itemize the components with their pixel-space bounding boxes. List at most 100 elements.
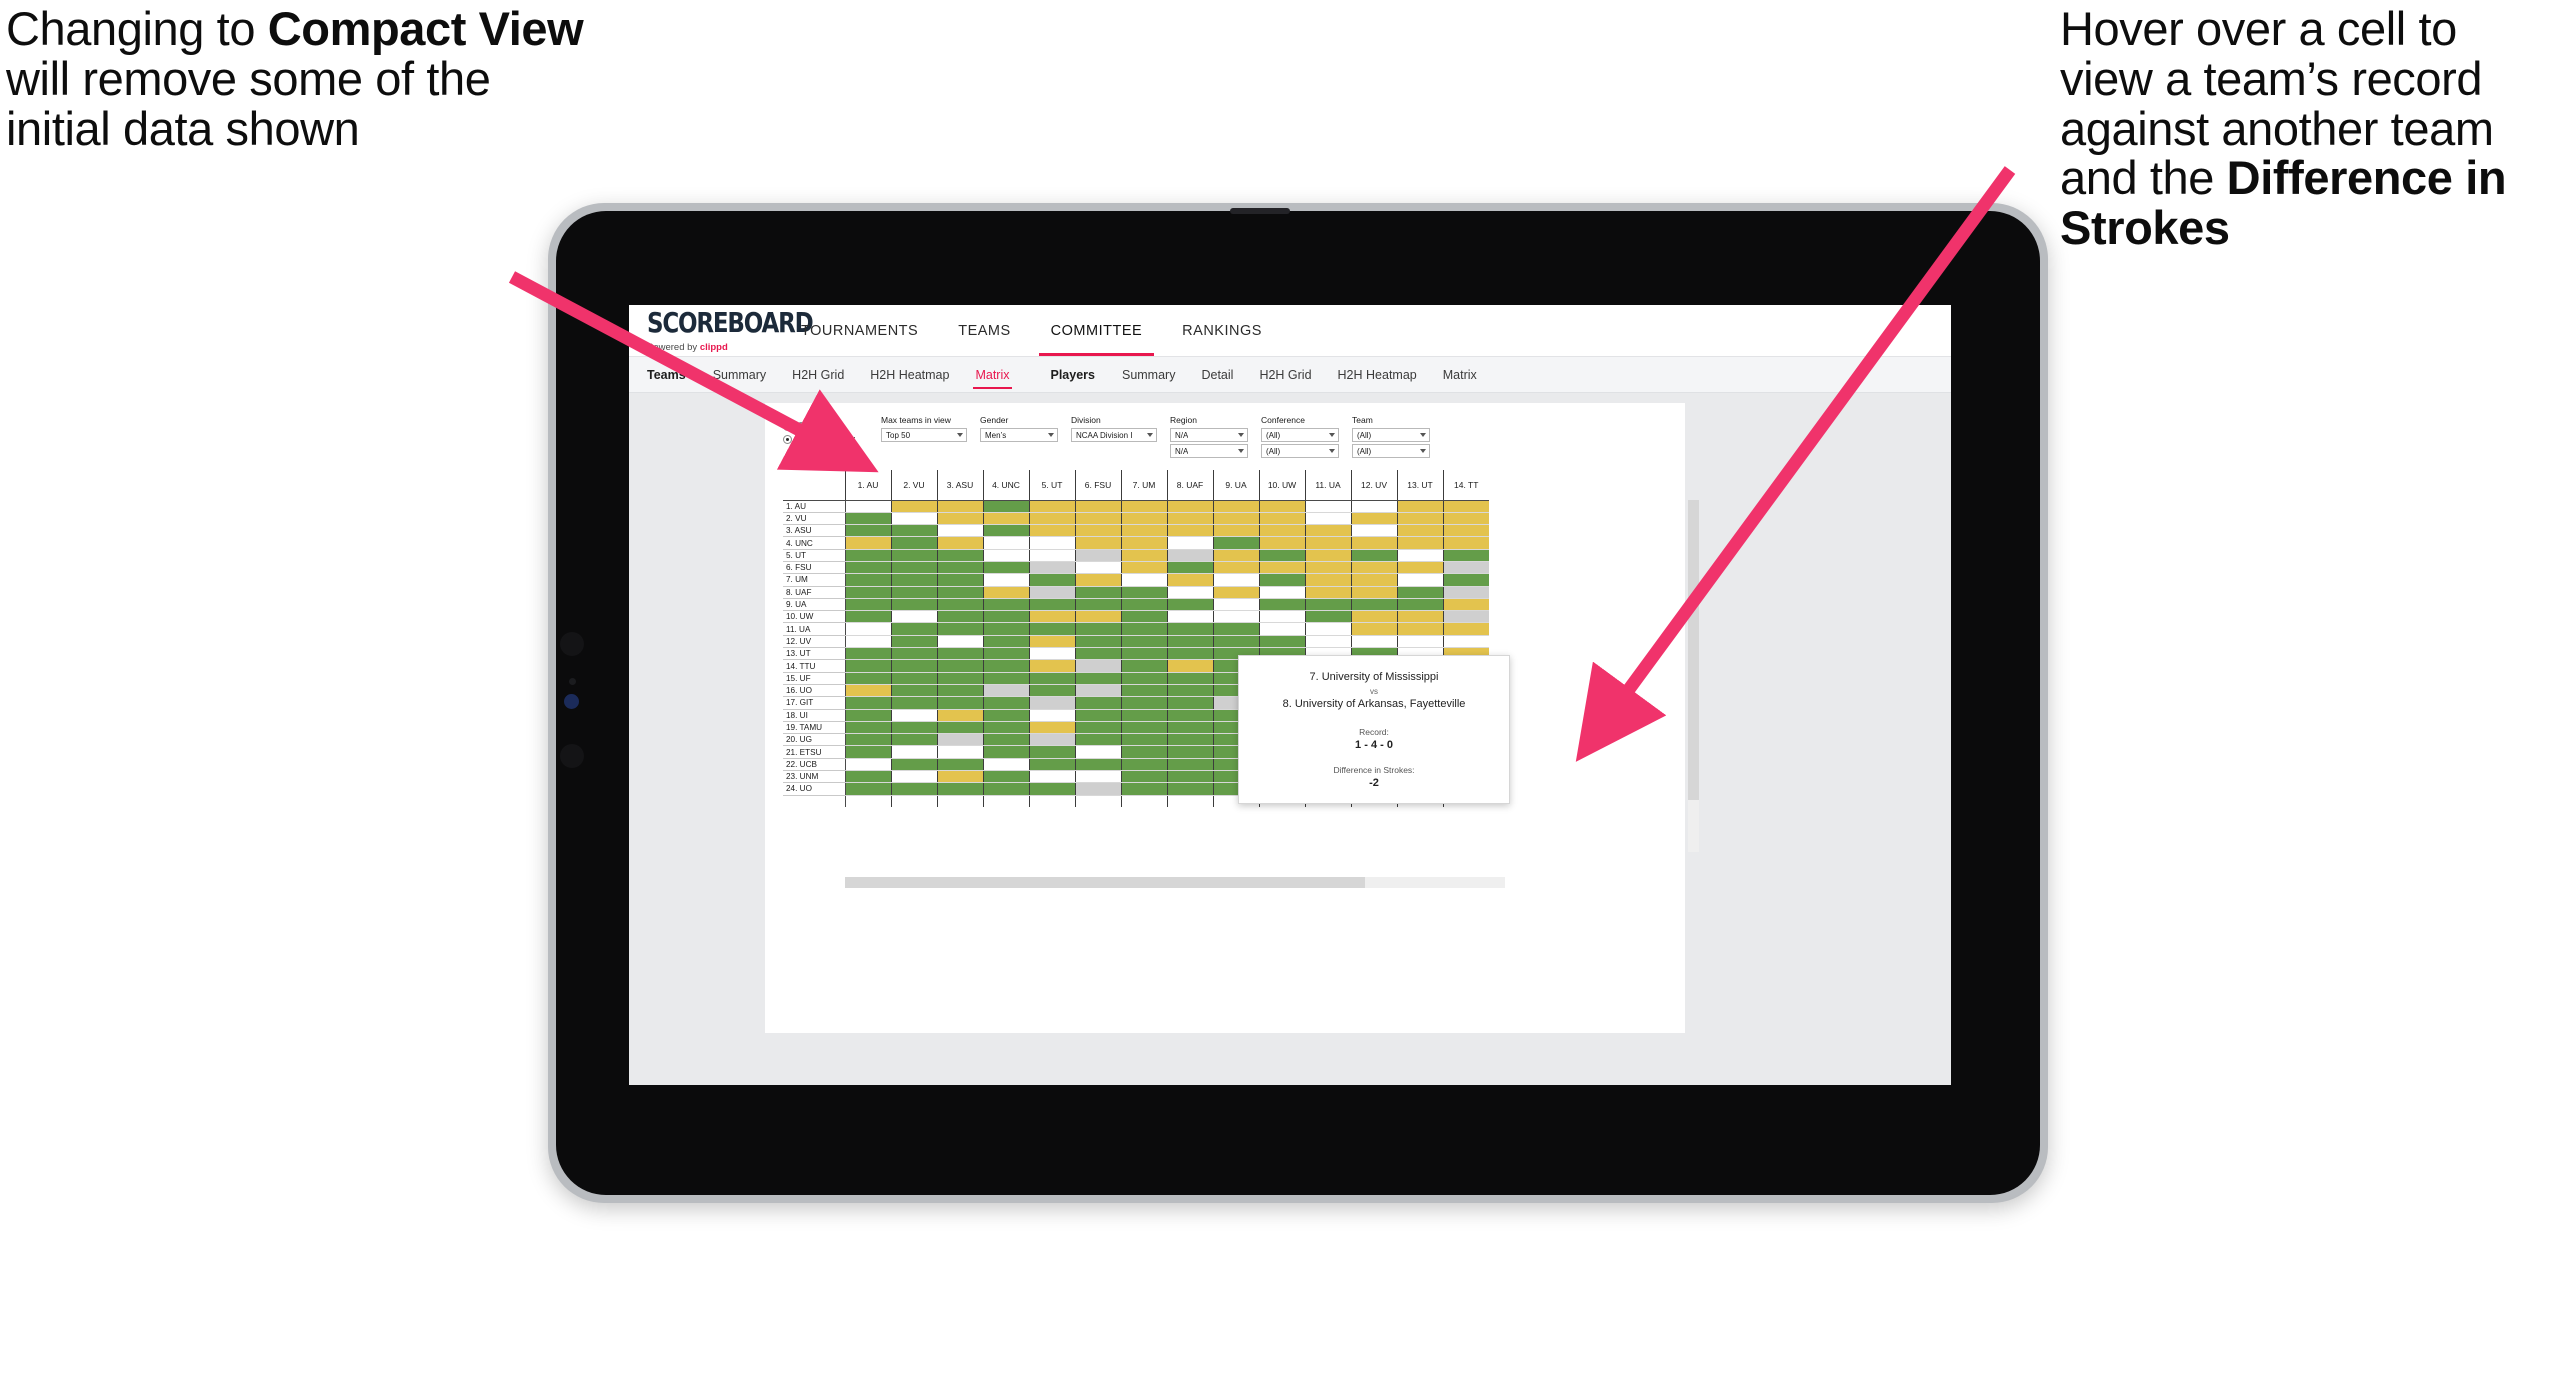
matrix-cell[interactable]	[890, 733, 937, 747]
matrix-cell[interactable]	[1166, 758, 1213, 772]
matrix-cell[interactable]	[1442, 573, 1489, 587]
matrix-cell[interactable]	[1120, 500, 1167, 513]
matrix-cell[interactable]	[1166, 573, 1213, 587]
matrix-cell[interactable]	[982, 549, 1029, 562]
matrix-cell[interactable]	[1074, 573, 1121, 587]
matrix-cell[interactable]	[1166, 721, 1213, 735]
matrix-cell[interactable]	[1028, 549, 1075, 562]
matrix-cell[interactable]	[1028, 733, 1075, 747]
matrix-cell[interactable]	[936, 536, 983, 550]
matrix-cell[interactable]	[1258, 635, 1305, 649]
matrix-cell[interactable]	[1442, 586, 1489, 599]
matrix-cell[interactable]	[844, 536, 891, 550]
matrix-cell[interactable]	[1120, 659, 1167, 673]
matrix-cell[interactable]	[936, 696, 983, 710]
conference-select-2[interactable]: (All)	[1261, 444, 1339, 458]
matrix-cell[interactable]	[1396, 500, 1443, 513]
max-teams-select[interactable]: Top 50	[881, 428, 967, 442]
division-select[interactable]: NCAA Division I	[1071, 428, 1157, 442]
matrix-cell[interactable]	[982, 622, 1029, 636]
matrix-cell[interactable]	[1074, 500, 1121, 513]
matrix-cell[interactable]	[1166, 524, 1213, 538]
matrix-cell[interactable]	[844, 647, 891, 661]
matrix-cell[interactable]	[890, 549, 937, 562]
matrix-cell[interactable]	[844, 672, 891, 685]
matrix-cell[interactable]	[1396, 512, 1443, 526]
matrix-cell[interactable]	[936, 758, 983, 772]
matrix-cell[interactable]	[982, 561, 1029, 575]
matrix-cell[interactable]	[890, 524, 937, 538]
matrix-cell[interactable]	[1304, 635, 1351, 649]
matrix-cell[interactable]	[1120, 561, 1167, 575]
matrix-cell[interactable]	[1258, 610, 1305, 624]
matrix-cell[interactable]	[1028, 536, 1075, 550]
subnav-players-h2h-heatmap[interactable]: H2H Heatmap	[1325, 358, 1430, 392]
matrix-cell[interactable]	[936, 598, 983, 612]
matrix-cell[interactable]	[890, 659, 937, 673]
matrix-cell[interactable]	[1258, 561, 1305, 575]
matrix-cell[interactable]	[844, 770, 891, 784]
matrix-cell[interactable]	[1120, 635, 1167, 649]
matrix-cell[interactable]	[936, 745, 983, 759]
matrix-cell[interactable]	[1350, 635, 1397, 649]
subnav-players-summary[interactable]: Summary	[1109, 358, 1188, 392]
matrix-cell[interactable]	[844, 561, 891, 575]
matrix-cell[interactable]	[844, 696, 891, 710]
matrix-cell[interactable]	[1166, 598, 1213, 612]
matrix-cell[interactable]	[1074, 512, 1121, 526]
matrix-cell[interactable]	[1120, 696, 1167, 710]
matrix-cell[interactable]	[1350, 598, 1397, 612]
matrix-cell[interactable]	[844, 733, 891, 747]
matrix-cell[interactable]	[982, 610, 1029, 624]
matrix-cell[interactable]	[1350, 573, 1397, 587]
matrix-cell[interactable]	[1028, 782, 1075, 796]
matrix-cell[interactable]	[1396, 635, 1443, 649]
matrix-cell[interactable]	[1166, 500, 1213, 513]
matrix-cell[interactable]	[1212, 536, 1259, 550]
matrix-cell[interactable]	[1396, 586, 1443, 599]
matrix-cell[interactable]	[1120, 733, 1167, 747]
matrix-cell[interactable]	[982, 684, 1029, 698]
vertical-scrollbar-thumb[interactable]	[1688, 500, 1699, 800]
matrix-cell[interactable]	[1028, 672, 1075, 685]
matrix-cell[interactable]	[982, 709, 1029, 722]
matrix-cell[interactable]	[1028, 659, 1075, 673]
matrix-cell[interactable]	[1166, 622, 1213, 636]
matrix-cell[interactable]	[982, 733, 1029, 747]
matrix-cell[interactable]	[1120, 622, 1167, 636]
matrix-cell[interactable]	[1028, 512, 1075, 526]
matrix-cell[interactable]	[844, 512, 891, 526]
matrix-cell[interactable]	[1120, 524, 1167, 538]
matrix-cell[interactable]	[890, 770, 937, 784]
matrix-cell[interactable]	[1258, 573, 1305, 587]
matrix-cell[interactable]	[890, 598, 937, 612]
matrix-cell[interactable]	[982, 745, 1029, 759]
matrix-cell[interactable]	[1166, 770, 1213, 784]
matrix-cell[interactable]	[1028, 610, 1075, 624]
gender-select[interactable]: Men’s	[980, 428, 1058, 442]
matrix-cell[interactable]	[1212, 500, 1259, 513]
matrix-cell[interactable]	[844, 622, 891, 636]
matrix-cell[interactable]	[982, 696, 1029, 710]
radio-full-view[interactable]: Full View	[783, 421, 881, 431]
matrix-cell[interactable]	[844, 549, 891, 562]
matrix-cell[interactable]	[890, 684, 937, 698]
matrix-cell[interactable]	[890, 758, 937, 772]
matrix-cell[interactable]	[982, 770, 1029, 784]
matrix-cell[interactable]	[936, 622, 983, 636]
matrix-cell[interactable]	[936, 500, 983, 513]
matrix-cell[interactable]	[1074, 770, 1121, 784]
matrix-cell[interactable]	[1166, 610, 1213, 624]
matrix-cell[interactable]	[1166, 745, 1213, 759]
matrix-cell[interactable]	[1258, 598, 1305, 612]
matrix-cell[interactable]	[1350, 622, 1397, 636]
matrix-cell[interactable]	[1304, 610, 1351, 624]
matrix-cell[interactable]	[982, 635, 1029, 649]
matrix-cell[interactable]	[936, 586, 983, 599]
matrix-cell[interactable]	[1304, 586, 1351, 599]
matrix-cell[interactable]	[1212, 586, 1259, 599]
matrix-cell[interactable]	[982, 573, 1029, 587]
topnav-teams[interactable]: TEAMS	[938, 305, 1030, 356]
matrix-cell[interactable]	[1212, 561, 1259, 575]
matrix-cell[interactable]	[1028, 709, 1075, 722]
